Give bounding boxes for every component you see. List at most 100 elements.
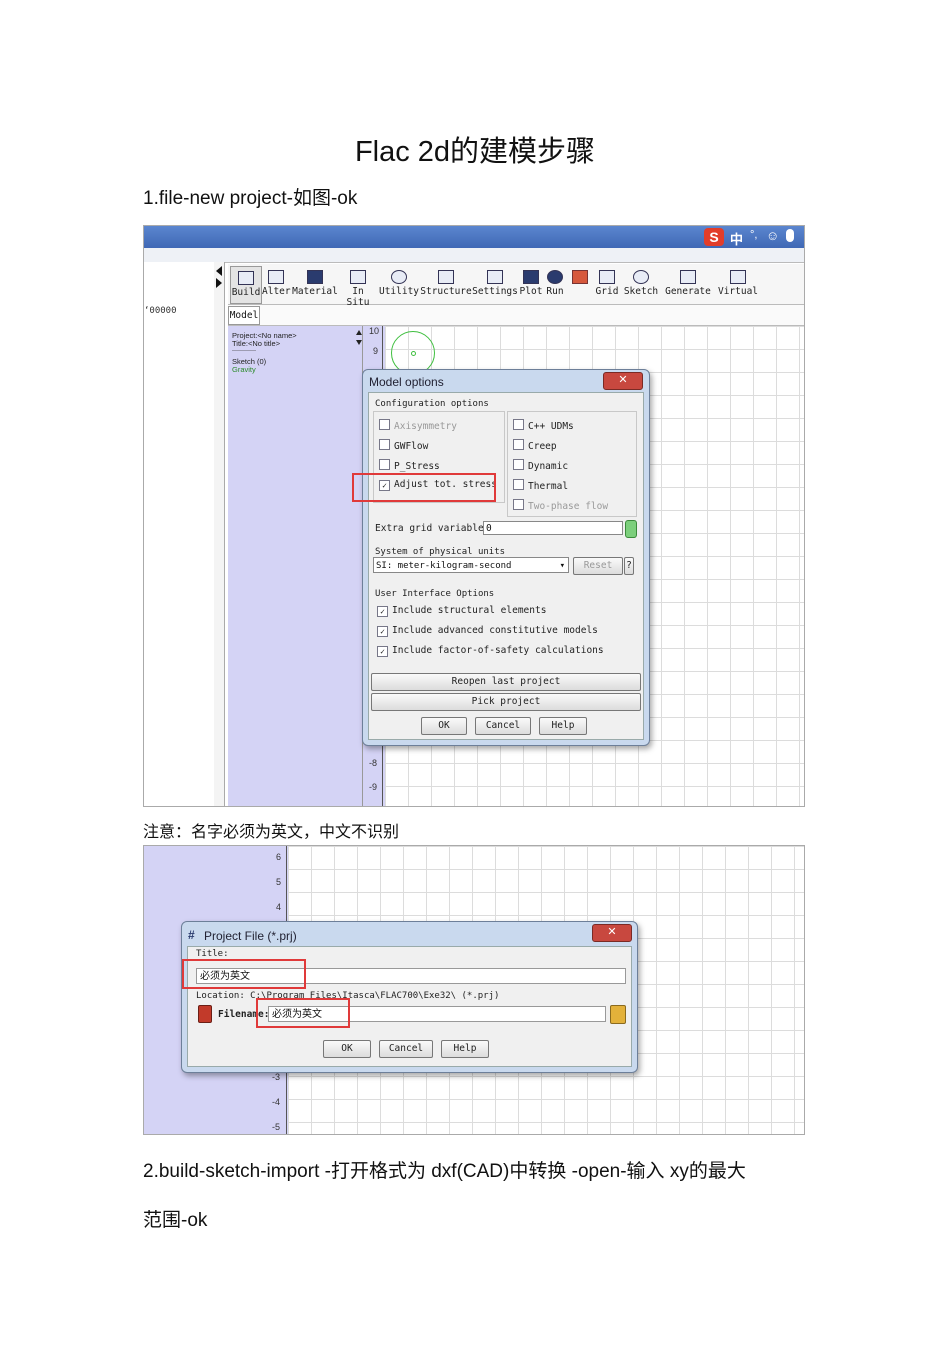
ime-chinese-icon: 中 [730,232,744,247]
toolbar-plot-button[interactable]: Plot [518,266,544,302]
ok-button[interactable]: OK [421,717,467,735]
p-stress-checkbox[interactable]: P_Stress [379,459,440,472]
utility-gear-icon [391,270,407,284]
y-tick-neg8: -8 [369,758,378,768]
model-options-dialog: Model options ✕ Configuration options Ax… [352,369,650,746]
structural-elements-checkbox[interactable]: ✓ Include structural elements [377,605,546,617]
screenshot-project-file: 6 5 4 -3 -4 -5 # Project File (*.prj) ✕ … [143,845,805,1135]
two-phase-flow-checkbox[interactable]: Two-phase flow [513,499,608,512]
reopen-last-project-button[interactable]: Reopen last project [371,673,641,691]
extra-grid-label: Extra grid variables: [375,523,496,534]
structure-icon [438,270,454,284]
material-icon [307,270,323,284]
y-tick-neg9: -9 [369,782,378,792]
collapse-left-icon[interactable] [216,266,222,276]
toolbar-generate-button[interactable]: Generate [664,266,712,302]
hash-icon: # [188,928,195,942]
file-cabinet-icon [198,1005,212,1023]
config-options-header: Configuration options [375,399,489,409]
help-button[interactable]: Help [539,717,587,735]
toolbar-run-button[interactable]: Run [544,266,566,302]
title-label: Title: [196,949,229,959]
insitu-icon [350,270,366,284]
y-tick-neg3: -3 [272,1072,281,1082]
creep-checkbox[interactable]: Creep [513,439,557,452]
cpp-udms-checkbox[interactable]: C++ UDMs [513,419,574,432]
dialog-title-2: Project File (*.prj) [204,929,297,943]
help-button-2[interactable]: Help [441,1040,489,1058]
tree-scroll-down-icon[interactable] [356,340,362,345]
page-title: Flac 2d的建模步骤 [354,136,596,168]
cancel-button-2[interactable]: Cancel [379,1040,433,1058]
tree-scroll-up-icon[interactable] [356,330,362,335]
chevron-down-icon: ▾ [559,561,565,571]
units-select[interactable]: SI: meter-kilogram-second ▾ [373,557,569,573]
y-tick-5: 5 [276,877,282,887]
dialog-title: Model options [369,375,444,389]
model-tree-panel: Project:<No name> Title:<No title> -----… [228,326,363,806]
note-text: 注意：名字必须为英文，中文不识别 [143,822,400,841]
extra-grid-input[interactable]: 0 [483,521,623,535]
ok-button-2[interactable]: OK [323,1040,371,1058]
y-tick-6: 6 [276,852,282,862]
build-icon [238,271,254,285]
pick-project-button[interactable]: Pick project [371,693,641,711]
toolbar-settings-button[interactable]: Settings [472,266,518,302]
ime-emoji-icon: ☺ [766,228,780,243]
spinner-icon[interactable] [625,520,637,538]
toolbar-sketch-button[interactable]: Sketch [622,266,660,302]
axisymmetry-checkbox[interactable]: Axisymmetry [379,419,457,432]
expand-right-icon[interactable] [216,278,222,288]
browse-folder-icon[interactable] [610,1005,626,1024]
factor-of-safety-checkbox[interactable]: ✓ Include factor-of-safety calculations [377,645,604,657]
tree-gravity[interactable]: Gravity [232,366,256,374]
ime-logo-icon: S [704,228,724,246]
step-2-text-line1: 2.build-sketch-import -打开格式为 dxf(CAD)中转换… [143,1161,746,1182]
plot-icon [523,270,539,284]
gwflow-checkbox[interactable]: GWFlow [379,439,428,452]
toolbar-insitu-button[interactable]: In Situ [338,266,378,308]
toolbar-tools-button[interactable] [568,266,592,302]
sketch-icon [633,270,649,284]
grid-icon [599,270,615,284]
ui-options-header: User Interface Options [375,589,495,599]
toolbar-alter-button[interactable]: Alter [262,266,291,302]
settings-check-icon [487,270,503,284]
close-icon[interactable]: ✕ [603,372,643,390]
units-header: System of physical units [375,547,506,557]
advanced-models-checkbox[interactable]: ✓ Include advanced constitutive models [377,625,598,637]
toolbar-grid-button[interactable]: Grid [594,266,620,302]
tree-title[interactable]: Title:<No title> [232,340,280,348]
highlight-title [182,959,306,989]
ime-mic-icon [786,229,794,242]
toolbar-virtual-button[interactable]: Virtual [716,266,760,302]
highlight-filename [256,998,350,1028]
dynamic-checkbox[interactable]: Dynamic [513,459,568,472]
step-1-text: 1.file-new project-如图-ok [143,188,358,209]
project-file-dialog: # Project File (*.prj) ✕ Title: 必须为英文 Lo… [181,921,638,1073]
units-help-icon[interactable]: ? [624,557,634,575]
generate-icon [680,270,696,284]
reset-button[interactable]: Reset [573,557,623,575]
main-toolbar: Build Alter Material In Situ Utility Str… [228,264,804,308]
tree-separator: ------------ [232,348,256,354]
thermal-checkbox[interactable]: Thermal [513,479,568,492]
y-tick-neg4: -4 [272,1097,281,1107]
tools-icon [572,270,588,284]
highlight-adjust-stress [352,473,496,502]
run-icon [547,270,563,284]
y-tick-4: 4 [276,902,282,912]
tab-model[interactable]: Model [228,306,260,325]
toolbar-utility-button[interactable]: Utility [378,266,420,302]
y-tick-neg5: -5 [272,1122,281,1132]
left-panel: ‘00000 [144,262,215,806]
coordinate-readout: ‘00000 [144,306,177,316]
y-tick-9: 9 [373,346,379,356]
close-icon-2[interactable]: ✕ [592,924,632,942]
toolbar-structure-button[interactable]: Structure [420,266,472,302]
toolbar-material-button[interactable]: Material [292,266,338,302]
cancel-button[interactable]: Cancel [475,717,531,735]
ime-punct-icon: °, [750,229,758,241]
toolbar-build-button[interactable]: Build [230,266,262,304]
virtual-icon [730,270,746,284]
